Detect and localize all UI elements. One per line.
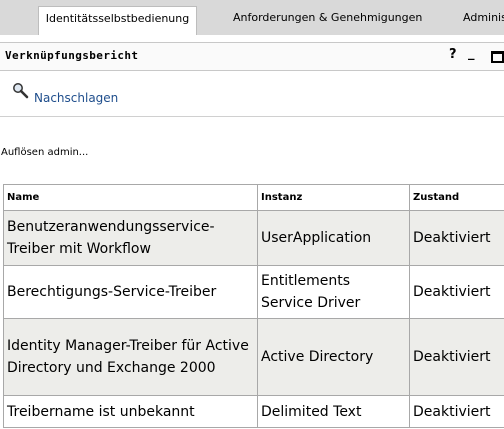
cell-state: Deaktiviert	[409, 265, 504, 319]
column-header-instance[interactable]: Instanz	[257, 184, 410, 211]
cell-name: Berechtigungs-Service-Treiber	[3, 265, 258, 319]
cell-instance: Entitlements Service Driver	[257, 265, 410, 319]
tab-requests-approvals[interactable]: Anforderungen & Genehmigungen	[233, 6, 422, 35]
status-text: Auflösen admin...	[1, 147, 89, 158]
cell-state: Deaktiviert	[409, 395, 504, 428]
lookup-link-label[interactable]: Nachschlagen	[34, 91, 118, 105]
table-row: Treibername ist unbekannt Delimited Text…	[3, 395, 504, 428]
column-header-name[interactable]: Name	[3, 184, 258, 211]
tab-administration[interactable]: Administr	[463, 6, 504, 35]
column-header-state[interactable]: Zustand	[409, 184, 504, 211]
cell-state: Deaktiviert	[409, 210, 504, 266]
table-header-row: Name Instanz Zustand	[3, 184, 504, 211]
cell-name: Treibername ist unbekannt	[3, 395, 258, 428]
cell-state: Deaktiviert	[409, 318, 504, 396]
divider	[0, 116, 504, 117]
cell-instance: Active Directory	[257, 318, 410, 396]
association-report-table: Name Instanz Zustand Benutzeranwendungss…	[3, 184, 504, 428]
tab-identity-self-service[interactable]: Identitätsselbstbedienung	[38, 6, 197, 35]
table-row: Berechtigungs-Service-Treiber Entitlemen…	[3, 265, 504, 319]
maximize-icon[interactable]	[491, 51, 504, 63]
cell-instance: UserApplication	[257, 210, 410, 266]
portlet-title: Verknüpfungsbericht	[5, 49, 139, 62]
magnifier-icon	[13, 83, 29, 99]
cell-instance: Delimited Text	[257, 395, 410, 428]
table-row: Identity Manager-Treiber für Active Dire…	[3, 318, 504, 396]
cell-name: Identity Manager-Treiber für Active Dire…	[3, 318, 258, 396]
top-tab-bar: Identitätsselbstbedienung Anforderungen …	[0, 0, 504, 35]
portlet-header: Verknüpfungsbericht ? _	[0, 42, 504, 71]
help-icon[interactable]: ?	[449, 47, 457, 62]
cell-name: Benutzeranwendungsservice-Treiber mit Wo…	[3, 210, 258, 266]
minimize-icon[interactable]: _	[468, 46, 475, 61]
table-row: Benutzeranwendungsservice-Treiber mit Wo…	[3, 210, 504, 266]
